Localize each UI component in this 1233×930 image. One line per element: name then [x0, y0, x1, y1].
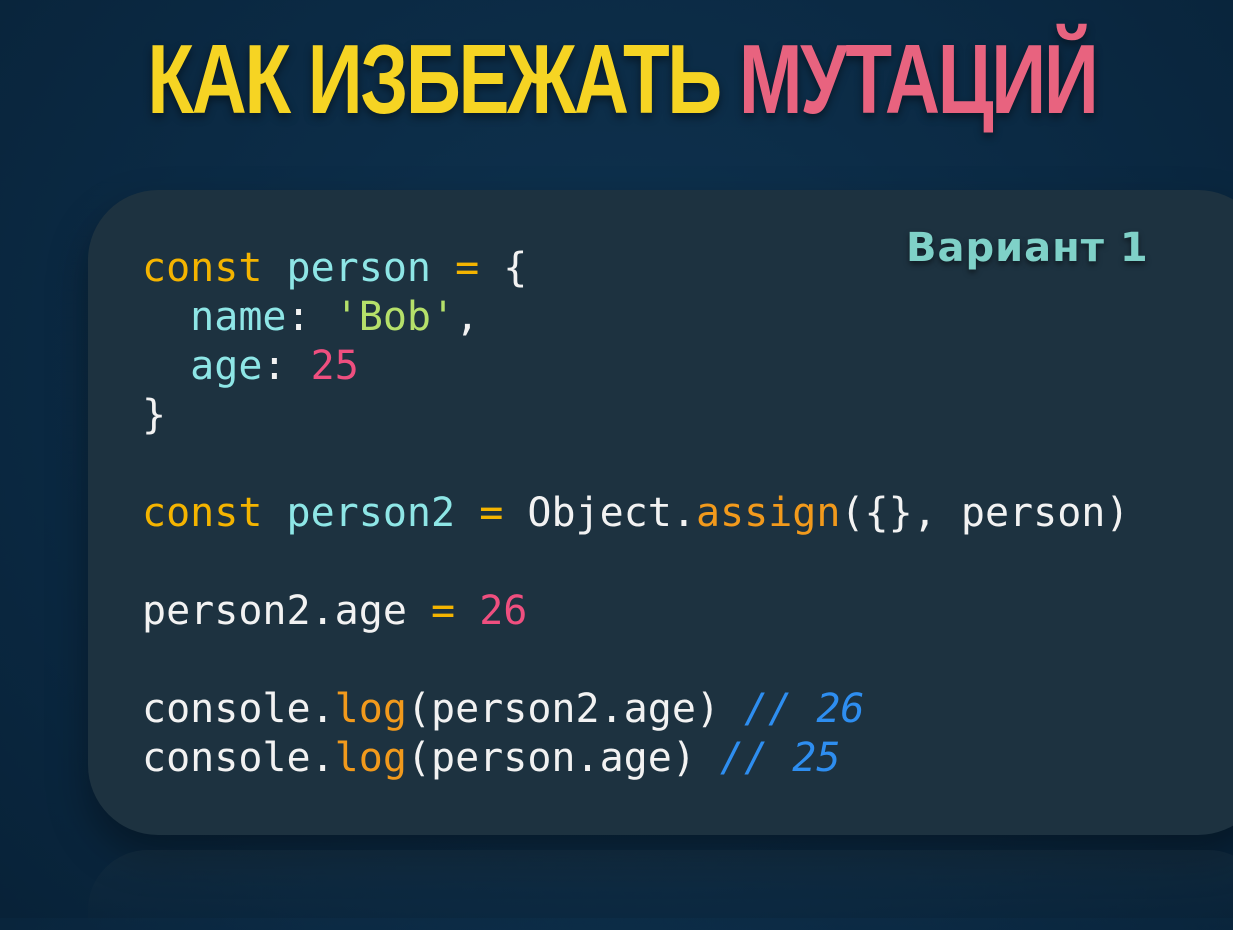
property-name: name	[190, 294, 287, 340]
call-arguments: (person2.age)	[406, 686, 720, 732]
variable-person: person	[286, 245, 432, 291]
panel-reflection	[88, 850, 1233, 930]
code-line-4: }	[142, 391, 1129, 440]
code-line-2: name: 'Bob',	[142, 293, 1129, 342]
code-line-11: console.log(person.age) // 25	[142, 734, 1129, 783]
property-age: age	[190, 343, 263, 389]
variable-person2: person2	[286, 490, 456, 536]
console-identifier: console	[142, 735, 311, 781]
number-value: 25	[310, 343, 359, 389]
keyword-const: const	[142, 490, 263, 536]
code-line-5-empty	[142, 440, 1129, 489]
open-brace: {	[503, 245, 528, 291]
comma: ,	[455, 294, 480, 340]
string-value: 'Bob'	[334, 294, 456, 340]
code-line-7-empty	[142, 538, 1129, 587]
method-log: log	[334, 735, 407, 781]
method-log: log	[334, 686, 407, 732]
comment: // 25	[720, 735, 841, 781]
number-value: 26	[479, 588, 528, 634]
assign-operator: =	[479, 490, 504, 536]
console-identifier: console	[142, 686, 311, 732]
call-arguments: ({}, person)	[840, 490, 1130, 536]
assign-operator: =	[431, 588, 456, 634]
call-arguments: (person.age)	[406, 735, 696, 781]
title-part-2: МУТАЦИЙ	[738, 24, 1099, 134]
code-block: const person = { name: 'Bob', age: 25} co…	[142, 244, 1129, 783]
code-line-8: person2.age = 26	[142, 587, 1129, 636]
keyword-const: const	[142, 245, 263, 291]
method-assign: assign	[695, 490, 841, 536]
code-line-1: const person = {	[142, 244, 1129, 293]
dot: .	[671, 490, 696, 536]
dot: .	[310, 735, 335, 781]
dot: .	[310, 686, 335, 732]
slide-title: КАК ИЗБЕЖАТЬ МУТАЦИЙ	[141, 30, 1103, 128]
code-line-3: age: 25	[142, 342, 1129, 391]
object-identifier: Object	[527, 490, 672, 536]
colon: :	[286, 294, 311, 340]
comment: // 26	[744, 686, 865, 732]
assignment-target: person2.age	[142, 588, 407, 634]
title-part-1: КАК ИЗБЕЖАТЬ	[147, 24, 722, 134]
close-brace: }	[142, 392, 167, 438]
code-line-10: console.log(person2.age) // 26	[142, 685, 1129, 734]
code-line-9-empty	[142, 636, 1129, 685]
assign-operator: =	[455, 245, 480, 291]
colon: :	[262, 343, 287, 389]
code-line-6: const person2 = Object.assign({}, person…	[142, 489, 1129, 538]
